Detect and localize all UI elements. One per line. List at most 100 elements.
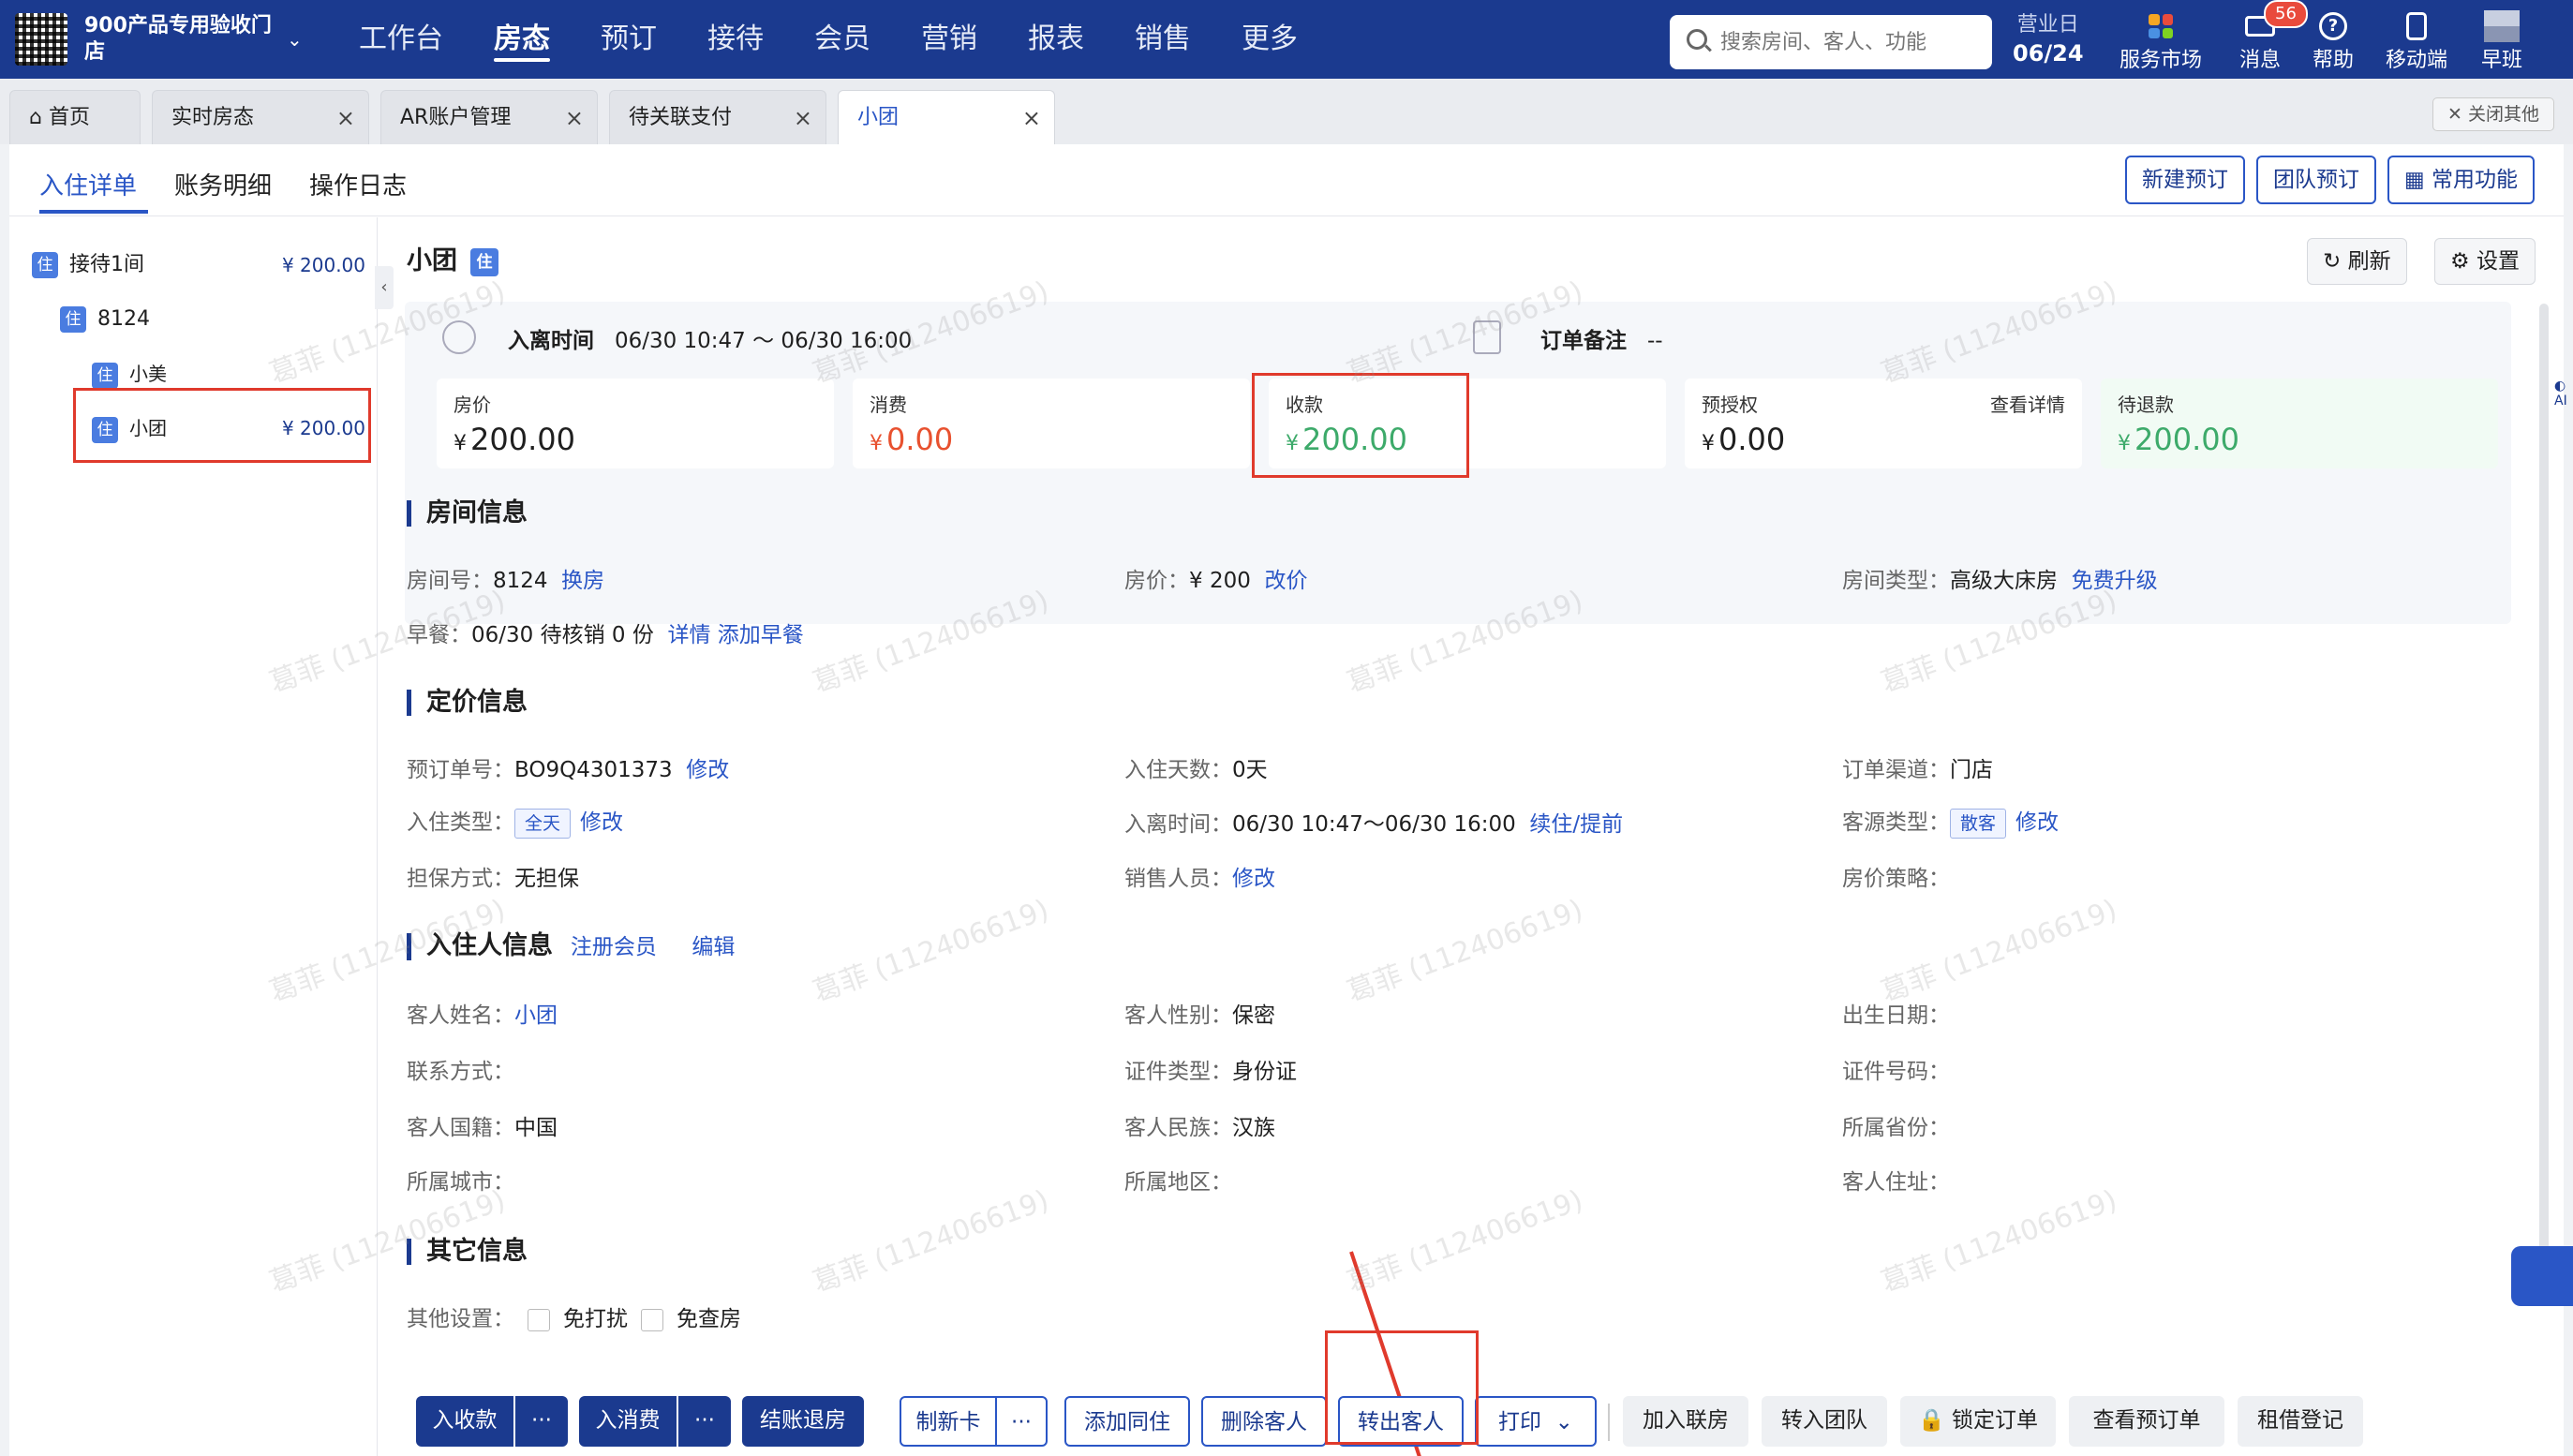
checkout-button[interactable]: 结账退房 <box>742 1396 864 1447</box>
store-name[interactable]: 900产品专用验收门店 <box>84 13 276 66</box>
tree-room[interactable]: 住 8124 <box>32 292 365 347</box>
sub-tabs: 入住详单 账务明细 操作日志 <box>39 163 444 210</box>
order-number-field: 预订单号：BO9Q4301373 修改 <box>407 758 730 782</box>
transfer-to-group-button[interactable]: 转入团队 <box>1762 1396 1887 1447</box>
join-linked-room-button[interactable]: 加入联房 <box>1623 1396 1748 1447</box>
make-card-more-button[interactable]: ··· <box>995 1396 1048 1447</box>
tab-home[interactable]: ⌂ 首页 <box>9 90 141 144</box>
close-icon[interactable]: × <box>565 91 584 145</box>
nav-sales[interactable]: 销售 <box>1109 0 1216 79</box>
delete-guest-button[interactable]: 删除客人 <box>1201 1396 1327 1447</box>
close-others-button[interactable]: ✕ 关闭其他 <box>2432 97 2554 131</box>
change-price-link[interactable]: 改价 <box>1264 569 1307 593</box>
close-icon[interactable]: × <box>336 91 355 145</box>
add-breakfast-link[interactable]: 添加早餐 <box>718 623 804 647</box>
order-channel-field: 订单渠道：门店 <box>1842 758 1993 782</box>
tree-root[interactable]: 住接待1间 ¥ 200.00 <box>32 238 365 292</box>
scrollbar[interactable] <box>2539 304 2549 1306</box>
tree-room-label: 8124 <box>97 307 150 331</box>
card-preauth: 预授权 查看详情 ¥0.00 <box>1685 379 2082 468</box>
chevron-down-icon[interactable]: ⌄ <box>287 28 303 51</box>
collapse-panel-icon[interactable]: ‹ <box>375 266 394 309</box>
search-input[interactable] <box>1720 15 1983 69</box>
close-icon[interactable]: × <box>794 91 812 145</box>
view-booking-button[interactable]: 查看预订单 <box>2069 1396 2224 1447</box>
print-dropdown-button[interactable]: 打印 ⌄ <box>1475 1396 1597 1447</box>
close-icon[interactable]: × <box>1022 91 1041 145</box>
edit-guest-link[interactable]: 编辑 <box>692 935 735 959</box>
tab-operation-log[interactable]: 操作日志 <box>309 163 407 210</box>
no-inspection-checkbox[interactable] <box>641 1308 663 1331</box>
breakfast-detail-link[interactable]: 详情 <box>667 623 710 647</box>
card-pending-refund: 待退款 ¥200.00 <box>2101 379 2498 468</box>
free-upgrade-link[interactable]: 免费升级 <box>2072 569 2158 593</box>
make-card-button[interactable]: 制新卡 <box>900 1396 997 1447</box>
mobile-button[interactable]: 移动端 <box>2386 9 2447 73</box>
tab-pending-payment[interactable]: 待关联支付 × <box>609 90 826 144</box>
shift-button[interactable]: 早班 <box>2481 9 2522 73</box>
preauth-detail-link[interactable]: 查看详情 <box>1990 390 2065 417</box>
extend-stay-link[interactable]: 续住/提前 <box>1529 812 1623 837</box>
tab-ar-accounts[interactable]: AR账户管理 × <box>380 90 598 144</box>
receive-payment-button[interactable]: 入收款 <box>416 1396 513 1447</box>
nav-more[interactable]: 更多 <box>1216 0 1323 79</box>
nav-room-status[interactable]: 房态 <box>468 0 575 79</box>
section-guest-info: 入住人信息 注册会员 编辑 <box>407 933 735 960</box>
add-companion-button[interactable]: 添加同住 <box>1064 1396 1190 1447</box>
district-field: 所属地区： <box>1124 1170 1232 1195</box>
refresh-button[interactable]: ↻ 刷新 <box>2307 238 2407 285</box>
stay-time-label: 入离时间 <box>508 329 594 353</box>
breakfast-field: 早餐：06/30 待核销 0 份 详情 添加早餐 <box>407 623 804 647</box>
change-room-link[interactable]: 换房 <box>561 569 604 593</box>
section-room-info: 房间信息 <box>407 500 528 527</box>
section-pricing-info: 定价信息 <box>407 690 528 716</box>
nav-reception[interactable]: 接待 <box>682 0 789 79</box>
nav-marketing[interactable]: 营销 <box>896 0 1003 79</box>
edit-stay-type-link[interactable]: 修改 <box>580 810 623 835</box>
consume-more-button[interactable]: ··· <box>678 1396 731 1447</box>
gear-icon: ⚙ <box>2450 249 2476 274</box>
divider <box>377 217 378 1456</box>
messages-label: 消息 <box>2239 49 2282 72</box>
salesperson-field: 销售人员：修改 <box>1124 867 1275 891</box>
note-icon <box>1473 320 1501 354</box>
card-room-price: 房价 ¥200.00 <box>437 379 834 468</box>
ai-assistant-icon[interactable]: ◐ AI <box>2554 379 2573 433</box>
checkin-detail-page: 入住详单 账务明细 操作日志 新建预订 团队预订 ▦ 常用功能 住接待1间 ¥ … <box>9 144 2567 1456</box>
shift-label: 早班 <box>2481 49 2523 72</box>
tab-checkin-detail[interactable]: 入住详单 <box>39 163 137 210</box>
lock-icon: 🔒 <box>1918 1408 1952 1433</box>
search-box[interactable] <box>1670 15 1992 69</box>
guest-title: 小团住 <box>407 240 510 276</box>
tab-realtime-status[interactable]: 实时房态 × <box>152 90 369 144</box>
help-button[interactable]: ? 帮助 <box>2313 9 2354 73</box>
business-day-label: 营业日 <box>2016 13 2079 37</box>
receive-more-button[interactable]: ··· <box>515 1396 568 1447</box>
divider <box>1608 1404 1610 1441</box>
group-booking-button[interactable]: 团队预订 <box>2256 156 2376 204</box>
rental-register-button[interactable]: 租借登记 <box>2238 1396 2363 1447</box>
lock-order-button[interactable]: 🔒 锁定订单 <box>1900 1396 2056 1447</box>
service-market-button[interactable]: 服务市场 <box>2119 9 2202 73</box>
message-count-badge: 56 <box>2264 0 2308 28</box>
guest-name-link[interactable]: 小团 <box>514 1003 558 1028</box>
settings-button[interactable]: ⚙ 设置 <box>2434 238 2536 285</box>
feedback-float-button[interactable] <box>2511 1246 2573 1306</box>
common-functions-button[interactable]: ▦ 常用功能 <box>2387 156 2536 204</box>
contact-field: 联系方式： <box>407 1060 514 1084</box>
dnd-checkbox[interactable] <box>528 1308 550 1331</box>
nav-reports[interactable]: 报表 <box>1003 0 1109 79</box>
add-consumption-button[interactable]: 入消费 <box>579 1396 677 1447</box>
edit-salesperson-link[interactable]: 修改 <box>1232 867 1275 891</box>
nav-workbench[interactable]: 工作台 <box>334 0 468 79</box>
tab-guest-xiaotuan[interactable]: 小团 × <box>838 90 1055 144</box>
nav-booking[interactable]: 预订 <box>575 0 682 79</box>
stay-type-tag: 全天 <box>514 809 572 839</box>
new-booking-button[interactable]: 新建预订 <box>2125 156 2245 204</box>
nav-member[interactable]: 会员 <box>789 0 896 79</box>
room-number-field: 房间号：8124 换房 <box>407 569 605 593</box>
edit-source-link[interactable]: 修改 <box>2015 810 2059 835</box>
register-member-link[interactable]: 注册会员 <box>571 935 657 959</box>
edit-order-link[interactable]: 修改 <box>686 758 729 782</box>
tab-billing-detail[interactable]: 账务明细 <box>174 163 272 210</box>
